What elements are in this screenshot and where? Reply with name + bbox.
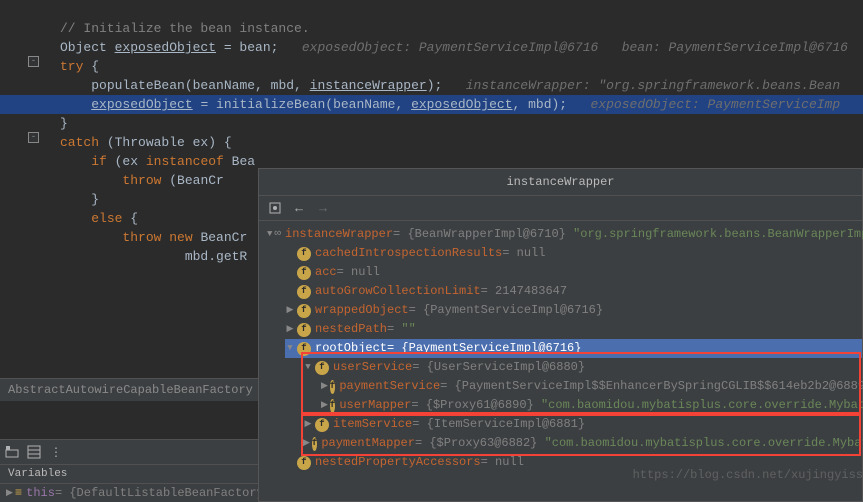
- tree-row[interactable]: ▶ f paymentMapper = {$Proxy63@6882} "com…: [303, 434, 862, 453]
- field-icon: f: [297, 304, 311, 318]
- field-icon: f: [330, 399, 335, 413]
- expand-icon[interactable]: ▶: [321, 377, 328, 396]
- back-icon[interactable]: ←: [291, 200, 307, 216]
- field-icon: f: [297, 266, 311, 280]
- field-icon: f: [297, 456, 311, 470]
- debug-title: instanceWrapper: [259, 169, 862, 196]
- link-icon: ∞: [274, 225, 281, 244]
- fold-icon[interactable]: -: [28, 56, 39, 67]
- tree-row[interactable]: ▶ f paymentService = {PaymentServiceImpl…: [321, 377, 862, 396]
- variable-row[interactable]: ▶ ≡ this = {DefaultListableBeanFactory@: [0, 484, 258, 502]
- field-icon: f: [297, 323, 311, 337]
- tree-row[interactable]: f autoGrowCollectionLimit = 2147483647: [285, 282, 862, 301]
- variables-tab[interactable]: Variables: [0, 465, 258, 484]
- tree-row[interactable]: ▼ f userService = {UserServiceImpl@6880}: [303, 358, 862, 377]
- tree-row[interactable]: f cachedIntrospectionResults = null: [285, 244, 862, 263]
- expand-icon[interactable]: ▶: [285, 301, 295, 320]
- fold-icon[interactable]: -: [28, 132, 39, 143]
- code-line[interactable]: }: [0, 114, 863, 133]
- field-icon: f: [297, 285, 311, 299]
- expand-icon[interactable]: ▶: [303, 415, 313, 434]
- field-icon: f: [330, 380, 335, 394]
- collapse-icon[interactable]: ▼: [285, 339, 295, 358]
- expand-icon[interactable]: ▶: [303, 434, 310, 453]
- field-icon: f: [297, 247, 311, 261]
- tree-row[interactable]: ▶ f userMapper = {$Proxy61@6890} "com.ba…: [321, 396, 862, 415]
- toggle-layout-icon[interactable]: [4, 444, 20, 460]
- tree-row[interactable]: ▶ f nestedPath = "": [285, 320, 862, 339]
- tree-row[interactable]: ▶ f wrappedObject = {PaymentServiceImpl@…: [285, 301, 862, 320]
- field-icon: f: [312, 437, 317, 451]
- code-line-current[interactable]: exposedObject = initializeBean(beanName,…: [0, 95, 863, 114]
- debug-panel: instanceWrapper ← → ▼ ∞ instanceWrapper …: [258, 168, 863, 502]
- watermark: https://blog.csdn.net/xujingyiss: [633, 468, 863, 482]
- more-icon[interactable]: ⋮: [48, 444, 64, 460]
- field-icon: f: [315, 418, 329, 432]
- tree-row[interactable]: f acc = null: [285, 263, 862, 282]
- tree-row-selected[interactable]: ▼ f rootObject = {PaymentServiceImpl@671…: [285, 339, 862, 358]
- inspect-icon[interactable]: [267, 200, 283, 216]
- this-icon: ≡: [15, 486, 22, 500]
- expand-icon[interactable]: ▶: [6, 488, 13, 498]
- expand-icon[interactable]: ▶: [321, 396, 328, 415]
- collapse-icon[interactable]: ▼: [303, 358, 313, 377]
- code-line[interactable]: // Initialize the bean instance.: [0, 19, 863, 38]
- table-icon[interactable]: [26, 444, 42, 460]
- code-line[interactable]: Object exposedObject = bean; exposedObje…: [0, 38, 863, 57]
- tree-row[interactable]: ▼ ∞ instanceWrapper = {BeanWrapperImpl@6…: [267, 225, 862, 244]
- forward-icon[interactable]: →: [315, 200, 331, 216]
- collapse-icon[interactable]: ▼: [267, 225, 272, 244]
- code-line[interactable]: populateBean(beanName, mbd, instanceWrap…: [0, 76, 863, 95]
- code-line[interactable]: [0, 0, 863, 19]
- expand-icon[interactable]: ▶: [285, 320, 295, 339]
- field-icon: f: [297, 342, 311, 356]
- code-line[interactable]: try {: [0, 57, 863, 76]
- breadcrumb[interactable]: AbstractAutowireCapableBeanFactory›d: [0, 378, 258, 401]
- field-icon: f: [315, 361, 329, 375]
- code-line[interactable]: catch (Throwable ex) {: [0, 133, 863, 152]
- tree-row[interactable]: ▶ f itemService = {ItemServiceImpl@6881}: [303, 415, 862, 434]
